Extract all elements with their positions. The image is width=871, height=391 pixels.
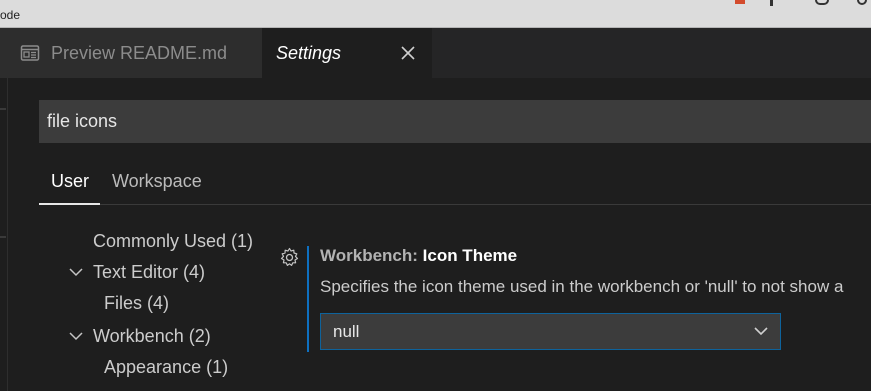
chevron-down-icon[interactable]	[69, 267, 83, 277]
window-titlebar: ode	[0, 0, 871, 28]
divider	[0, 108, 6, 110]
icon-theme-select[interactable]: null	[320, 313, 781, 350]
divider	[0, 236, 6, 238]
chevron-down-icon	[754, 327, 768, 336]
toc-item-files[interactable]: Files (4)	[104, 292, 169, 314]
menu-bar-icon[interactable]	[770, 0, 773, 6]
status-icon[interactable]	[735, 0, 745, 4]
setting-title: Workbench: Icon Theme	[320, 245, 517, 267]
chevron-down-icon[interactable]	[69, 331, 83, 341]
tab-user[interactable]: User	[51, 170, 89, 192]
settings-search-input[interactable]: file icons	[39, 100, 871, 143]
toc-item-commonly-used[interactable]: Commonly Used (1)	[93, 230, 253, 252]
tab-settings[interactable]: Settings	[262, 28, 432, 78]
setting-name: Icon Theme	[422, 246, 518, 265]
search-value: file icons	[47, 111, 118, 131]
setting-description: Specifies the icon theme used in the wor…	[320, 277, 844, 296]
toc-item-workbench[interactable]: Workbench (2)	[93, 325, 211, 347]
preview-icon	[20, 45, 40, 61]
tab-workspace[interactable]: Workspace	[112, 170, 202, 192]
setting-focus-bar	[307, 246, 309, 352]
editor-tab-strip: Preview README.md Settings	[0, 28, 871, 78]
tab-label: Preview README.md	[51, 42, 228, 63]
left-gutter	[0, 78, 8, 391]
window-title: ode	[0, 8, 21, 22]
close-icon[interactable]	[398, 43, 418, 63]
gear-icon[interactable]	[279, 247, 300, 268]
tab-preview-readme[interactable]: Preview README.md	[0, 28, 262, 78]
active-tab-indicator	[39, 203, 100, 205]
tray-icon[interactable]	[857, 0, 867, 5]
toc-item-text-editor[interactable]: Text Editor (4)	[93, 261, 205, 283]
tab-label: Settings	[276, 42, 342, 63]
toc-item-appearance[interactable]: Appearance (1)	[104, 356, 228, 378]
select-value: null	[333, 321, 360, 341]
setting-category: Workbench:	[320, 246, 423, 265]
settings-scope-tabs: User Workspace	[39, 160, 871, 205]
cloud-icon[interactable]	[815, 0, 829, 5]
